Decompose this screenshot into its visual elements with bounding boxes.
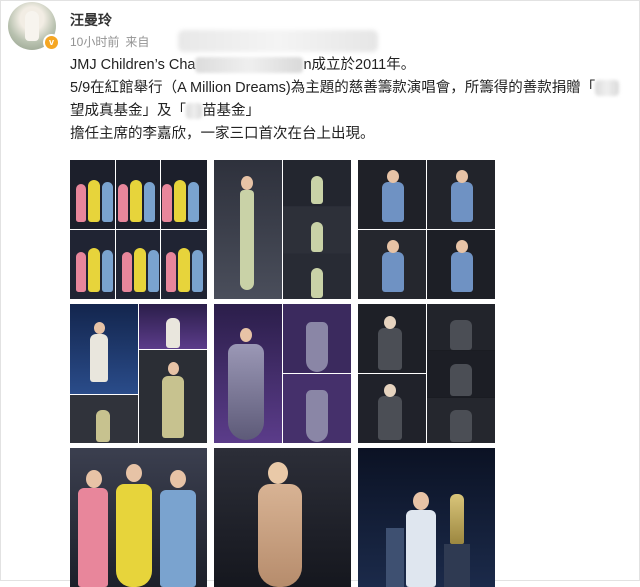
post-line-3: 望成真基金」及「 苗基金」 xyxy=(70,103,260,120)
post-line-1: JMJ Children’s Cha n成立於2011年。 xyxy=(70,57,416,74)
photo-singer-gold-dress[interactable] xyxy=(214,448,351,587)
photo-collage-family-stage[interactable] xyxy=(70,160,207,299)
post-time[interactable]: 10小时前 xyxy=(70,35,119,49)
post-body: JMJ Children’s Cha n成立於2011年。 5/9在紅館舉行（A … xyxy=(70,54,640,146)
photo-collage-singer-blue-stage[interactable] xyxy=(70,304,207,443)
blurred-redaction xyxy=(195,57,304,74)
post-line-2: 5/9在紅館舉行（A Million Dreams)為主題的慈善籌款演唱會，所籌… xyxy=(70,77,640,100)
post-source: 来自 xyxy=(125,35,150,49)
blurred-redaction xyxy=(595,80,620,97)
photo-collage-singer-denim-jacket[interactable] xyxy=(358,160,495,299)
blurred-source-redaction xyxy=(178,30,378,52)
photo-family-on-stage[interactable] xyxy=(70,448,207,587)
username[interactable]: 汪曼玲 xyxy=(70,10,112,30)
photo-collage-singer-green-dress[interactable] xyxy=(214,160,351,299)
verified-badge-icon: v xyxy=(43,34,60,51)
photo-collage-singer-sequin-gown[interactable] xyxy=(214,304,351,443)
blurred-redaction xyxy=(186,103,202,120)
post-meta: 10小时前 来自 xyxy=(70,33,149,50)
photo-collage-singer-grey-jacket[interactable] xyxy=(358,304,495,443)
photo-singer-with-trophy[interactable] xyxy=(358,448,495,587)
post-line-4: 擔任主席的李嘉欣，一家三口首次在台上出現。 xyxy=(70,126,375,142)
